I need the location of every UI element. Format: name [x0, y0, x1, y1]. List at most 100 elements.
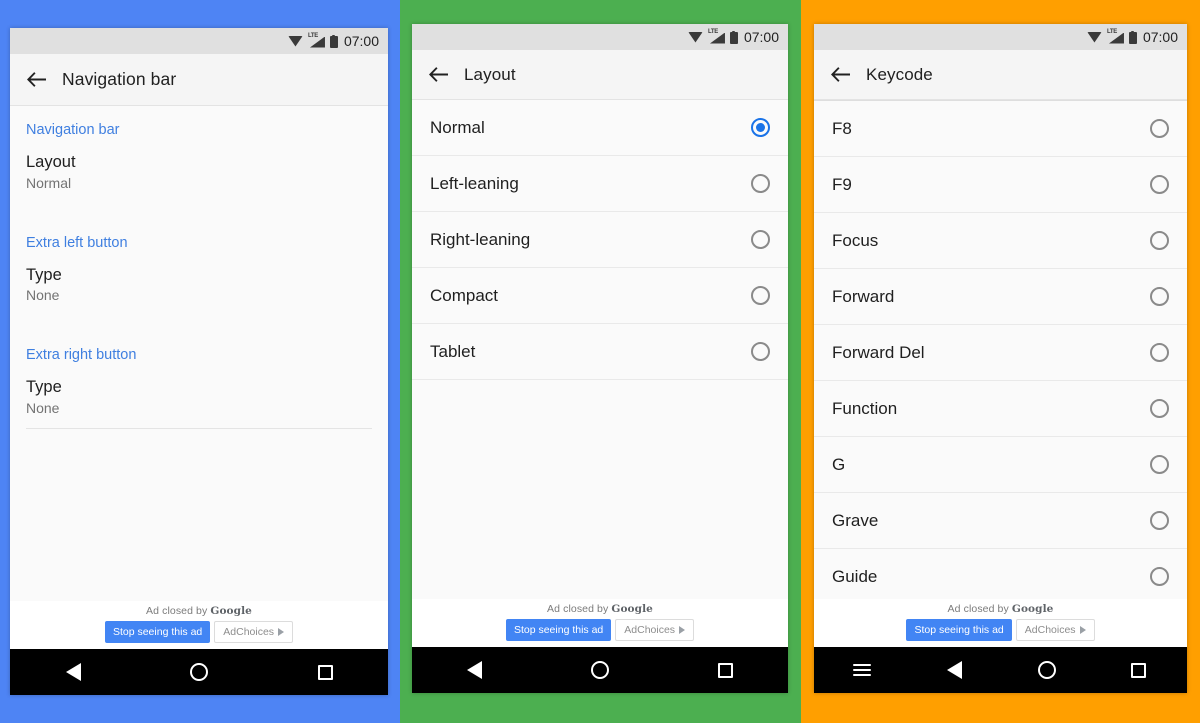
status-clock: 07:00 — [343, 33, 379, 49]
pref-title: Type — [26, 378, 62, 397]
list-divider — [26, 427, 372, 429]
battery-icon — [1128, 30, 1137, 44]
radio-button-icon[interactable] — [1150, 399, 1169, 418]
screenshot-stage: LTE 07:00 Navigation bar Navigation bar … — [0, 0, 1200, 723]
home-circle-icon — [190, 663, 208, 681]
ad-closed-label: Ad closed by Google — [948, 603, 1054, 615]
status-icons-1: LTE — [287, 33, 338, 48]
pref-extra-right-type[interactable]: Type None — [10, 367, 388, 441]
battery-icon — [329, 34, 338, 48]
option-row-forward[interactable]: Forward — [814, 269, 1187, 325]
radio-button-icon[interactable] — [1150, 287, 1169, 306]
radio-button-icon[interactable] — [1150, 119, 1169, 138]
nav-recents-button[interactable] — [703, 662, 747, 678]
nav-recents-button[interactable] — [1117, 662, 1161, 678]
option-row-left-leaning[interactable]: Left-leaning — [412, 156, 788, 212]
nav-menu-button[interactable] — [840, 664, 884, 676]
option-label: Normal — [430, 117, 485, 137]
adchoices-button[interactable]: AdChoices — [615, 619, 695, 641]
recents-square-icon — [1131, 662, 1147, 678]
option-row-grave[interactable]: Grave — [814, 493, 1187, 549]
phone-screen-3: LTE 07:00 Keycode F8 F9 Focus Forward Fo… — [814, 24, 1187, 693]
status-bar-1: LTE 07:00 — [10, 28, 388, 54]
pref-summary: None — [26, 287, 60, 304]
radio-button-icon[interactable] — [1150, 455, 1169, 474]
pref-summary: None — [26, 399, 60, 416]
status-clock: 07:00 — [743, 29, 779, 45]
panel-keycode: LTE 07:00 Keycode F8 F9 Focus Forward Fo… — [801, 0, 1200, 723]
radio-button-icon[interactable] — [1150, 231, 1169, 250]
ad-buttons: Stop seeing this ad AdChoices — [104, 621, 294, 643]
radio-button-icon[interactable] — [1150, 567, 1169, 586]
lte-signal-icon: LTE — [308, 33, 325, 48]
adchoices-triangle-icon — [1079, 626, 1086, 634]
nav-home-button[interactable] — [1025, 661, 1069, 679]
option-row-normal[interactable]: Normal — [412, 100, 788, 156]
radio-button-icon[interactable] — [751, 174, 770, 193]
radio-button-selected-icon[interactable] — [751, 118, 770, 137]
radio-button-icon[interactable] — [751, 342, 770, 361]
ad-buttons: Stop seeing this ad AdChoices — [505, 619, 695, 641]
option-row-f8[interactable]: F8 — [814, 101, 1187, 157]
option-label: Focus — [832, 230, 879, 250]
option-row-right-leaning[interactable]: Right-leaning — [412, 212, 788, 268]
back-arrow-icon[interactable] — [10, 70, 62, 89]
option-label: Forward — [832, 286, 895, 306]
option-row-compact[interactable]: Compact — [412, 268, 788, 324]
page-title: Keycode — [866, 64, 933, 84]
nav-home-button[interactable] — [578, 661, 622, 679]
page-title: Navigation bar — [62, 69, 177, 89]
radio-button-icon[interactable] — [751, 230, 770, 249]
radio-button-icon[interactable] — [1150, 511, 1169, 530]
adchoices-label: AdChoices — [624, 624, 676, 636]
stop-seeing-this-ad-button[interactable]: Stop seeing this ad — [906, 619, 1012, 641]
pref-layout[interactable]: Layout Normal — [10, 142, 388, 205]
layout-options-list: Normal Left-leaning Right-leaning Compac… — [412, 100, 788, 647]
adchoices-button[interactable]: AdChoices — [1015, 619, 1095, 641]
radio-button-icon[interactable] — [751, 286, 770, 305]
option-row-forward-del[interactable]: Forward Del — [814, 325, 1187, 381]
option-row-g[interactable]: G — [814, 437, 1187, 493]
adchoices-button[interactable]: AdChoices — [214, 621, 294, 643]
nav-back-button[interactable] — [51, 663, 95, 681]
android-nav-bar-3 — [814, 647, 1187, 693]
radio-button-icon[interactable] — [1150, 343, 1169, 362]
option-row-guide[interactable]: Guide — [814, 549, 1187, 605]
phone-screen-2: LTE 07:00 Layout Normal Left-leaning Rig… — [412, 24, 788, 693]
pref-title: Type — [26, 265, 62, 284]
status-bar-3: LTE 07:00 — [814, 24, 1187, 50]
radio-button-icon[interactable] — [1150, 175, 1169, 194]
lte-signal-icon: LTE — [1107, 29, 1124, 44]
stop-seeing-this-ad-button[interactable]: Stop seeing this ad — [104, 621, 211, 643]
nav-recents-button[interactable] — [303, 664, 347, 680]
option-row-function[interactable]: Function — [814, 381, 1187, 437]
pref-extra-left-type[interactable]: Type None — [10, 255, 388, 318]
option-row-tablet[interactable]: Tablet — [412, 324, 788, 380]
nav-home-button[interactable] — [177, 663, 221, 681]
back-arrow-icon[interactable] — [814, 65, 866, 84]
google-wordmark: Google — [611, 603, 653, 615]
nav-back-button[interactable] — [453, 661, 497, 679]
section-header-navigation-bar: Navigation bar — [26, 122, 120, 138]
google-wordmark: Google — [210, 605, 252, 617]
nav-back-button[interactable] — [932, 661, 976, 679]
wifi-icon — [1086, 31, 1102, 43]
back-triangle-icon — [65, 663, 81, 681]
option-row-focus[interactable]: Focus — [814, 213, 1187, 269]
adchoices-label: AdChoices — [223, 626, 275, 638]
ad-closed-label: Ad closed by Google — [146, 605, 252, 617]
pref-title: Layout — [26, 153, 76, 171]
status-icons-3: LTE — [1086, 29, 1137, 44]
adchoices-triangle-icon — [278, 628, 285, 636]
stop-seeing-this-ad-button[interactable]: Stop seeing this ad — [505, 619, 612, 641]
option-row-f9[interactable]: F9 — [814, 157, 1187, 213]
option-label: Tablet — [430, 341, 476, 361]
option-label: F9 — [832, 174, 852, 194]
back-arrow-icon[interactable] — [412, 65, 464, 84]
android-nav-bar-1 — [10, 649, 388, 695]
option-label: Left-leaning — [430, 173, 519, 193]
ad-closed-text: Ad closed by — [146, 605, 211, 617]
status-bar-2: LTE 07:00 — [412, 24, 788, 50]
